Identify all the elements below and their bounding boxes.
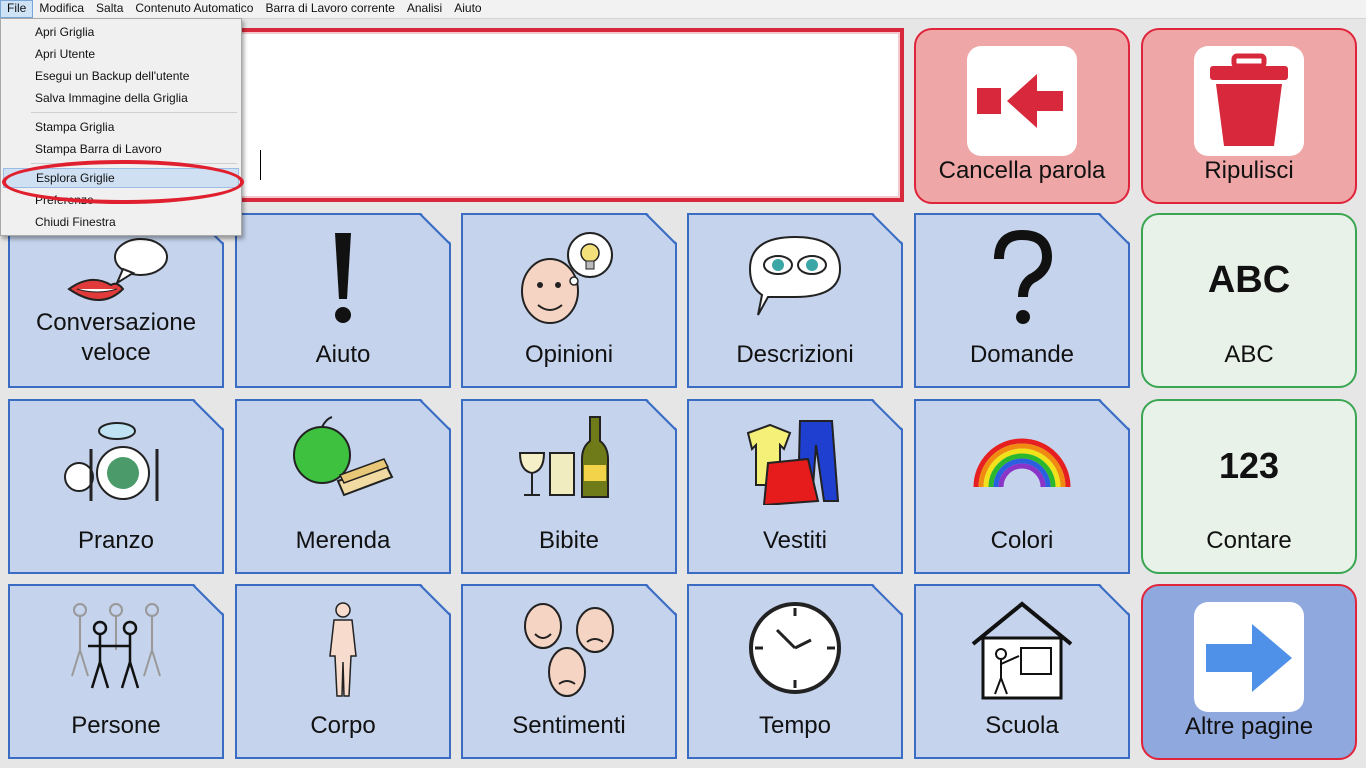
cell-aiuto[interactable]: Aiuto (235, 213, 451, 388)
bin-icon (1194, 46, 1304, 156)
contare-label: Contare (1206, 527, 1292, 554)
cell-label: Opinioni (524, 341, 614, 368)
abc-button[interactable]: ABC ABC (1141, 213, 1357, 388)
more-pages-label: Altre pagine (1184, 713, 1314, 740)
menu-separator (31, 163, 237, 164)
cell-label: Vestiti (762, 527, 828, 554)
rainbow-icon (972, 433, 1072, 494)
cell-domande[interactable]: Domande (914, 213, 1130, 388)
delete-word-label: Cancella parola (938, 157, 1106, 184)
cell-label: Colori (990, 527, 1054, 554)
cell-label: Pranzo (77, 527, 155, 554)
cell-vestiti[interactable]: Vestiti (687, 399, 903, 574)
clear-label: Ripulisci (1204, 157, 1294, 184)
cell-label: Conversazione veloce (35, 309, 197, 366)
people-icon (66, 600, 166, 695)
school-icon (969, 600, 1075, 705)
cell-corpo[interactable]: Corpo (235, 584, 451, 759)
speech-lips-icon (61, 229, 171, 314)
menu-item-esplora-griglie[interactable]: Esplora Griglie (3, 168, 239, 188)
cell-opinioni[interactable]: Opinioni (461, 213, 677, 388)
cell-tempo[interactable]: Tempo (687, 584, 903, 759)
cell-label: Merenda (295, 527, 391, 554)
file-menu-dropdown: Apri Griglia Apri Utente Esegui un Backu… (0, 18, 242, 236)
cell-label: Persone (71, 712, 161, 739)
menu-item-apri-utente[interactable]: Apri Utente (3, 44, 239, 64)
menu-analisi[interactable]: Analisi (401, 0, 448, 18)
apple-sandwich-icon (288, 415, 398, 510)
cell-label: Bibite (538, 527, 600, 554)
delete-word-button[interactable]: Cancella parola (914, 28, 1130, 204)
menu-salta[interactable]: Salta (90, 0, 129, 18)
menu-item-chiudi-finestra[interactable]: Chiudi Finestra (3, 212, 239, 232)
cell-label: Sentimenti (512, 712, 626, 739)
text-caret (260, 150, 261, 180)
more-pages-button[interactable]: Altre pagine (1141, 584, 1357, 760)
body-icon (318, 600, 368, 705)
drinks-icon (514, 415, 624, 510)
cell-scuola[interactable]: Scuola (914, 584, 1130, 759)
menu-bar: File Modifica Salta Contenuto Automatico… (0, 0, 1366, 19)
menu-separator (31, 112, 237, 113)
thinking-face-icon (514, 229, 624, 334)
clothes-icon (740, 415, 850, 510)
menu-contenuto-automatico[interactable]: Contenuto Automatico (129, 0, 259, 18)
cell-persone[interactable]: Persone (8, 584, 224, 759)
menu-item-preferenze[interactable]: Preferenze (3, 190, 239, 210)
cell-label: Domande (969, 341, 1075, 368)
menu-item-apri-griglia[interactable]: Apri Griglia (3, 22, 239, 42)
exclamation-icon (323, 229, 363, 334)
faces-feelings-icon (519, 600, 619, 705)
cell-label: Corpo (310, 712, 376, 739)
menu-aiuto[interactable]: Aiuto (448, 0, 487, 18)
cell-descrizioni[interactable]: Descrizioni (687, 213, 903, 388)
clear-button[interactable]: Ripulisci (1141, 28, 1357, 204)
lunch-plate-icon (61, 415, 171, 510)
cell-bibite[interactable]: Bibite (461, 399, 677, 574)
arrow-right-icon (1194, 602, 1304, 712)
contare-button[interactable]: 123 Contare (1141, 399, 1357, 574)
eyes-speech-icon (740, 229, 850, 324)
cell-conversazione-veloce[interactable]: Conversazione veloce (8, 213, 224, 388)
cell-sentimenti[interactable]: Sentimenti (461, 584, 677, 759)
menu-item-stampa-griglia[interactable]: Stampa Griglia (3, 117, 239, 137)
arrow-left-stop-icon (967, 46, 1077, 156)
menu-barra-di-lavoro[interactable]: Barra di Lavoro corrente (259, 0, 400, 18)
question-mark-icon (987, 229, 1057, 334)
clock-icon (747, 600, 843, 701)
cell-label: Descrizioni (736, 341, 854, 368)
cell-colori[interactable]: Colori (914, 399, 1130, 574)
cell-merenda[interactable]: Merenda (235, 399, 451, 574)
count-symbol: 123 (1218, 445, 1280, 486)
menu-item-stampa-barra[interactable]: Stampa Barra di Lavoro (3, 139, 239, 159)
message-bar[interactable] (236, 28, 904, 202)
abc-label: ABC (1224, 341, 1274, 368)
menu-file[interactable]: File (0, 0, 34, 18)
abc-symbol: ABC (1207, 259, 1291, 301)
cell-pranzo[interactable]: Pranzo (8, 399, 224, 574)
menu-item-salva-immagine[interactable]: Salva Immagine della Griglia (3, 88, 239, 108)
cell-label: Tempo (758, 712, 832, 739)
cell-label: Aiuto (315, 341, 371, 368)
menu-item-backup-utente[interactable]: Esegui un Backup dell'utente (3, 66, 239, 86)
cell-label: Scuola (985, 712, 1059, 739)
menu-modifica[interactable]: Modifica (33, 0, 90, 18)
